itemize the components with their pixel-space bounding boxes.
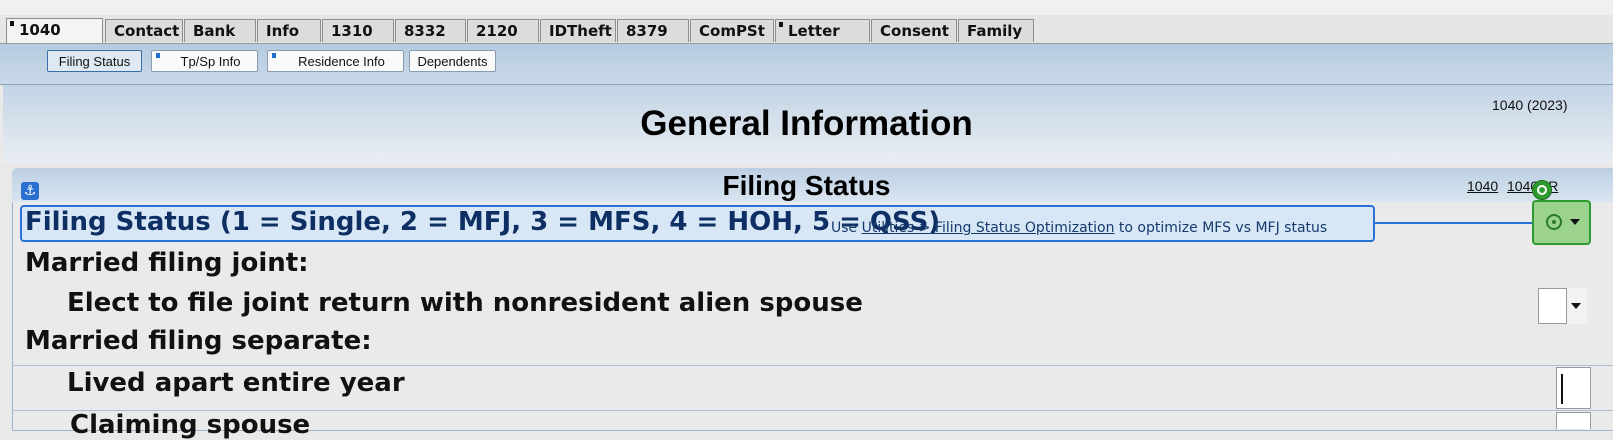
form-tab-label: Info (266, 22, 300, 40)
form-tab-label: Contact (114, 22, 180, 40)
form-tab-label: IDTheft (549, 22, 612, 40)
form-tab-1040[interactable]: 1040 (6, 18, 103, 43)
note-suffix: to optimize MFS vs MFJ status (1114, 220, 1328, 236)
form-version-label: 1040 (2023) (1492, 97, 1568, 113)
sub-tab-label: Residence Info (298, 54, 385, 69)
marker-dot (10, 21, 14, 26)
filing-status-label: Filing Status (1 = Single, 2 = MFJ, 3 = … (25, 207, 941, 237)
form-tab-label: Consent (880, 22, 949, 40)
marker-dot (156, 53, 160, 58)
form-tab-label: Bank (193, 22, 236, 40)
form-tab-info[interactable]: Info (257, 19, 321, 42)
mfs-heading: Married filing separate: (25, 326, 372, 356)
sub-tab-filing-status[interactable]: Filing Status (47, 50, 142, 72)
sub-tab-label: Tp/Sp Info (180, 54, 241, 69)
chevron-down-icon[interactable] (1571, 303, 1581, 309)
filing-status-optimization-link[interactable]: Utilities > Filing Status Optimization (862, 220, 1115, 236)
form-tab-1310[interactable]: 1310 (322, 19, 394, 42)
target-icon[interactable] (1532, 180, 1552, 200)
sub-tab-residence-info[interactable]: Residence Info (267, 50, 404, 72)
form-tab-label: 1040 (19, 21, 61, 39)
form-tab-consent[interactable]: Consent (871, 19, 957, 42)
marker-dot (779, 22, 783, 27)
form-tab-idtheft[interactable]: IDTheft (540, 19, 616, 42)
chevron-down-icon[interactable] (1570, 219, 1580, 225)
form-tab-contact[interactable]: Contact (105, 19, 183, 42)
sub-tab-dependents[interactable]: Dependents (409, 50, 496, 72)
sub-tab-tp-sp-info[interactable]: Tp/Sp Info (151, 50, 258, 72)
main-toolbar (0, 0, 1613, 16)
form-tab-bar: 1040 Contact Bank Info 1310 8332 2120 IDTheft 83… (0, 15, 1613, 44)
form-tab-label: 2120 (476, 22, 518, 40)
form-tab-label: ComPSt (699, 22, 765, 40)
text-cursor (1561, 374, 1563, 404)
link-1040[interactable]: 1040 (1467, 178, 1498, 194)
note-prefix: Use (831, 220, 862, 236)
sub-tab-label: Filing Status (58, 54, 131, 69)
claiming-spouse-label: Claiming spouse (70, 410, 311, 440)
form-tab-8332[interactable]: 8332 (395, 19, 466, 42)
elect-joint-label: Elect to file joint return with nonresid… (67, 288, 863, 318)
divider (12, 365, 1613, 366)
sub-tab-label: Dependents (417, 54, 488, 69)
lived-apart-label: Lived apart entire year (67, 368, 405, 398)
marker-dot (272, 53, 276, 58)
anchor-icon[interactable]: ⚓ (21, 182, 39, 200)
form-tab-letter[interactable]: Letter (775, 19, 870, 42)
form-tab-label: Family (967, 22, 1023, 40)
claiming-spouse-input[interactable] (1556, 412, 1591, 429)
filing-status-note: Use Utilities > Filing Status Optimizati… (831, 220, 1327, 236)
form-tab-label: Letter (788, 22, 840, 40)
form-tab-8379[interactable]: 8379 (617, 19, 689, 42)
page-title: General Information (640, 104, 973, 143)
section-title: Filing Status (722, 170, 891, 201)
form-tab-compst[interactable]: ComPSt (690, 19, 774, 42)
form-tab-label: 1310 (331, 22, 373, 40)
form-tab-label: 8379 (626, 22, 668, 40)
target-small-icon (1546, 214, 1562, 230)
form-tab-bank[interactable]: Bank (184, 19, 256, 42)
mfj-heading: Married filing joint: (25, 248, 309, 278)
form-tab-label: 8332 (404, 22, 446, 40)
form-tab-family[interactable]: Family (958, 19, 1034, 42)
sub-tab-bar: Filing Status Tp/Sp Info Residence Info Dep… (0, 44, 1613, 120)
connector-line (1375, 222, 1532, 224)
form-tab-2120[interactable]: 2120 (467, 19, 539, 42)
